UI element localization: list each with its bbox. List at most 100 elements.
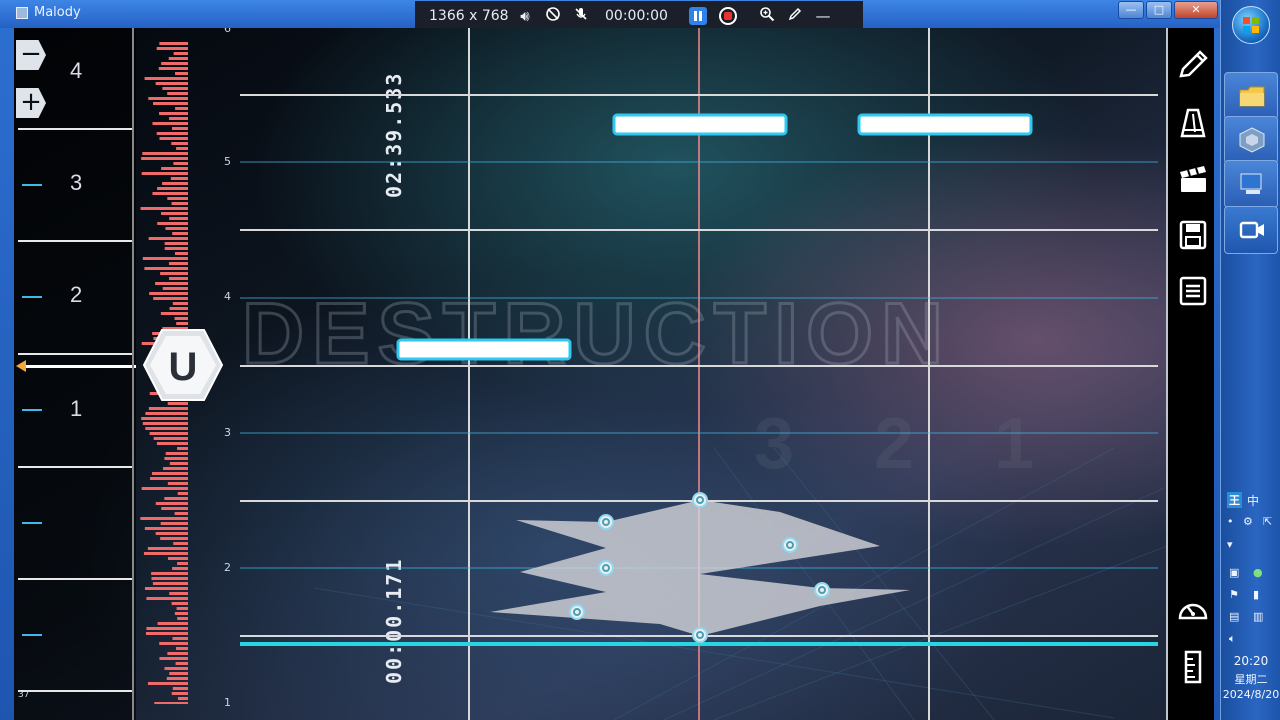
- measure-line: [18, 353, 132, 355]
- waveform-bar: [149, 477, 188, 480]
- waveform-bar: [168, 262, 188, 265]
- waveform-bar: [149, 432, 188, 435]
- panel-divider: [132, 28, 134, 720]
- close-button[interactable]: ✕: [1174, 1, 1218, 19]
- metronome-icon[interactable]: [1176, 106, 1210, 140]
- pause-icon[interactable]: [689, 7, 707, 25]
- document-icon[interactable]: [1176, 274, 1210, 308]
- waveform-bar: [169, 592, 188, 595]
- tap-note[interactable]: [612, 113, 788, 136]
- waveform-bar: [176, 147, 188, 150]
- waveform-bar: [154, 702, 188, 704]
- playhead-line[interactable]: [20, 365, 136, 368]
- dot-icon[interactable]: •: [1227, 515, 1234, 528]
- waveform-bar: [164, 667, 188, 670]
- waveform-bar: [142, 152, 188, 155]
- waveform-bar: [161, 167, 188, 170]
- zoom-in-button[interactable]: +: [16, 88, 46, 118]
- waveform-bar: [145, 632, 188, 635]
- clock-weekday[interactable]: 星期二: [1221, 671, 1280, 687]
- corner-number: 37: [18, 690, 30, 700]
- device-icon[interactable]: ▥: [1253, 610, 1263, 623]
- waveform-bar: [145, 412, 188, 415]
- measure-line: [18, 690, 132, 692]
- waveform-bar: [161, 62, 188, 65]
- waveform-bar: [172, 302, 188, 305]
- maximize-button[interactable]: □: [1146, 1, 1172, 19]
- waveform-bar: [172, 687, 188, 690]
- mic-off-icon[interactable]: [567, 6, 595, 26]
- speaker-icon[interactable]: 🔊︎: [511, 7, 539, 25]
- measure-number: 2: [70, 282, 83, 307]
- measure-ruler[interactable]: − + 4 3 2 1 37: [14, 28, 136, 720]
- settings-icon[interactable]: ⚙: [1243, 515, 1253, 528]
- ime-mode-label[interactable]: 中: [1247, 492, 1259, 509]
- slide-node[interactable]: [782, 537, 798, 553]
- note-lanes[interactable]: [240, 28, 1158, 720]
- slide-node[interactable]: [598, 560, 614, 576]
- pen-icon[interactable]: [781, 6, 809, 26]
- camera-off-icon[interactable]: [539, 6, 567, 26]
- tap-note[interactable]: [857, 113, 1033, 136]
- start-button[interactable]: [1232, 6, 1270, 44]
- ruler-icon[interactable]: [1176, 650, 1210, 684]
- waveform-bar: [174, 252, 188, 255]
- display-icon[interactable]: ▤: [1229, 610, 1239, 623]
- cube-app-icon: [1239, 127, 1265, 153]
- waveform-bar: [177, 492, 188, 495]
- waveform-bar: [149, 292, 188, 295]
- taskbar-app[interactable]: [1224, 160, 1278, 208]
- waveform-bar: [144, 267, 188, 270]
- zoom-out-button[interactable]: −: [16, 40, 46, 70]
- beat-number: 5: [224, 155, 231, 168]
- network-app-icon[interactable]: ▣: [1229, 566, 1239, 579]
- waveform-bar: [155, 532, 188, 535]
- volume-icon[interactable]: 🔈︎: [1229, 632, 1236, 646]
- measure-number: 1: [70, 396, 83, 421]
- waveform-bar: [164, 247, 188, 250]
- waveform-bar: [141, 417, 188, 420]
- taskbar-app[interactable]: [1224, 116, 1278, 164]
- taskbar-explorer[interactable]: [1224, 72, 1278, 120]
- ime-icon[interactable]: 王: [1227, 492, 1242, 508]
- playhead-marker-icon[interactable]: [16, 360, 26, 372]
- measure-number: 3: [70, 170, 83, 195]
- slide-node[interactable]: [598, 514, 614, 530]
- clock-time[interactable]: 20:20: [1221, 654, 1280, 668]
- minimize-button[interactable]: —: [1118, 1, 1144, 19]
- slide-node[interactable]: [569, 604, 585, 620]
- recording-resolution[interactable]: 1366 x 768: [429, 8, 511, 24]
- tap-note[interactable]: [396, 338, 572, 361]
- video-camera-icon: [1239, 221, 1264, 239]
- stop-record-icon[interactable]: [719, 7, 737, 25]
- waveform-bar: [157, 187, 188, 190]
- recorder-minimize-button[interactable]: —: [809, 7, 837, 25]
- waveform-bar: [173, 162, 188, 165]
- slide-node[interactable]: [814, 582, 830, 598]
- waveform-bar: [162, 87, 188, 90]
- slide-node[interactable]: [692, 627, 708, 643]
- external-icon[interactable]: ⇱: [1263, 515, 1272, 528]
- save-icon[interactable]: [1176, 218, 1210, 252]
- tap-notes: [396, 113, 1033, 361]
- waveform-bar: [159, 657, 188, 660]
- status-ok-icon[interactable]: ●: [1253, 566, 1263, 579]
- zoom-icon[interactable]: [753, 6, 781, 26]
- windows-logo-icon: [1243, 17, 1259, 33]
- tray-expand-icon[interactable]: ▾: [1227, 538, 1233, 551]
- slide-node[interactable]: [692, 492, 708, 508]
- measure-line: [18, 466, 132, 468]
- waveform-bar: [174, 512, 188, 515]
- speedometer-icon[interactable]: [1176, 594, 1210, 628]
- flag-icon[interactable]: ⚑: [1229, 588, 1239, 601]
- waveform-bar: [146, 597, 188, 600]
- taskbar-recorder[interactable]: [1224, 206, 1278, 254]
- clock-date[interactable]: 2024/8/20: [1221, 688, 1280, 701]
- pencil-icon[interactable]: [1176, 48, 1210, 82]
- waveform-bar: [157, 622, 188, 625]
- signal-icon[interactable]: ▮: [1253, 588, 1259, 601]
- waveform-bar: [140, 207, 188, 210]
- clapperboard-icon[interactable]: [1176, 162, 1210, 196]
- waveform-bar: [141, 487, 188, 490]
- waveform-bar: [156, 442, 188, 445]
